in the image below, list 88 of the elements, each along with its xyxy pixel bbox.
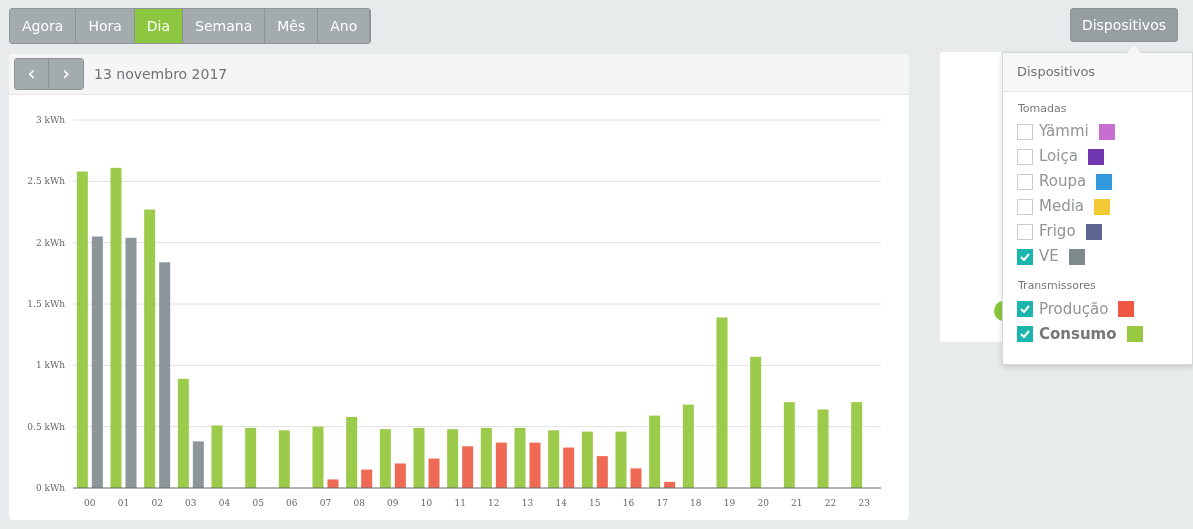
bar xyxy=(447,429,459,488)
axis-label: 08 xyxy=(353,498,365,508)
checkbox[interactable] xyxy=(1017,123,1033,140)
period-tab[interactable]: Agora xyxy=(10,9,77,43)
bar xyxy=(615,431,627,488)
bar xyxy=(563,447,575,488)
next-button[interactable]: › xyxy=(49,59,83,89)
axis-label: 17 xyxy=(656,498,668,508)
axis-label: 19 xyxy=(723,498,736,508)
period-tab[interactable]: Dia xyxy=(134,9,184,43)
checkbox[interactable] xyxy=(1017,148,1033,165)
period-tab[interactable]: Semana xyxy=(183,9,266,43)
bar xyxy=(379,429,391,488)
period-tab[interactable]: Ano xyxy=(318,9,371,43)
group-label: Tomadas xyxy=(1017,100,1068,117)
axis-label: 02 xyxy=(151,498,163,508)
check-icon xyxy=(1020,305,1030,313)
bar xyxy=(346,416,358,488)
device-label: Loiça xyxy=(1039,146,1078,168)
bar xyxy=(192,441,204,488)
checkbox[interactable] xyxy=(1017,198,1033,215)
device-label: Yämmi xyxy=(1039,121,1089,143)
bar xyxy=(529,442,541,488)
device-label: Frigo xyxy=(1039,221,1076,243)
axis-label: 18 xyxy=(690,498,702,508)
bar xyxy=(327,479,339,488)
device-label: Media xyxy=(1039,196,1085,218)
bar xyxy=(462,446,474,488)
axis-label: 3 kWh xyxy=(35,115,65,125)
checkbox[interactable] xyxy=(1017,223,1033,240)
axis-label: 09 xyxy=(387,498,399,508)
axis-label: 06 xyxy=(286,498,298,508)
axis-label: 16 xyxy=(622,498,635,508)
bar xyxy=(596,456,608,488)
previous-button[interactable]: ‹ xyxy=(15,59,49,89)
axis-label: 10 xyxy=(420,498,433,508)
bar xyxy=(664,481,676,488)
axis-label: 15 xyxy=(589,498,601,508)
axis-label: 01 xyxy=(117,498,130,508)
bar xyxy=(245,427,257,488)
axis-label: 04 xyxy=(218,498,231,508)
bar xyxy=(312,426,324,488)
bar xyxy=(495,442,507,488)
checkbox[interactable] xyxy=(1017,326,1033,342)
axis-label: 07 xyxy=(319,498,332,508)
axis-label: 00 xyxy=(84,498,96,508)
devices-button[interactable]: Dispositivos xyxy=(1069,8,1178,42)
bar xyxy=(630,468,642,488)
bar xyxy=(394,463,406,488)
axis-label: 03 xyxy=(185,498,197,508)
axis-label: 1.5 kWh xyxy=(27,299,65,309)
axis-label: 2 kWh xyxy=(35,237,65,248)
menu-title: Dispositivos xyxy=(1003,53,1192,92)
checkbox[interactable] xyxy=(1017,173,1033,190)
axis-label: 05 xyxy=(252,498,264,508)
axis-label: 14 xyxy=(555,498,567,508)
checkbox[interactable] xyxy=(1017,248,1033,265)
bar xyxy=(413,427,425,488)
bar xyxy=(361,469,373,488)
device-label: Produção xyxy=(1039,298,1109,320)
device-label: VE xyxy=(1039,246,1059,268)
axis-label: 2.5 kWh xyxy=(27,176,65,187)
bar xyxy=(428,458,440,488)
period-tab[interactable]: Mês xyxy=(265,9,319,43)
axis-label: 21 xyxy=(791,498,803,508)
group-label: Transmissores xyxy=(1017,278,1097,294)
axis-label: 23 xyxy=(858,498,870,508)
bar xyxy=(211,425,223,488)
date-label: 13 novembro 2017 xyxy=(94,64,228,84)
bar xyxy=(581,431,593,488)
check-icon xyxy=(1020,330,1030,338)
axis-label: 22 xyxy=(824,498,837,508)
device-label: Roupa xyxy=(1039,171,1087,193)
checkbox[interactable] xyxy=(1017,301,1033,317)
bar xyxy=(514,427,526,488)
device-label: Consumo xyxy=(1039,323,1117,345)
axis-label: 0.5 kWh xyxy=(27,421,65,432)
axis-label: 1 kWh xyxy=(35,360,65,371)
axis-label: 13 xyxy=(521,498,534,508)
axis-label: 0 kWh xyxy=(35,483,65,493)
bar xyxy=(278,430,290,488)
bar xyxy=(548,430,560,488)
period-tab[interactable]: Hora xyxy=(76,9,135,43)
axis-label: 12 xyxy=(488,498,500,508)
check-icon xyxy=(1020,252,1030,261)
axis-label: 11 xyxy=(454,498,466,508)
bar xyxy=(480,427,492,488)
axis-label: 20 xyxy=(757,498,769,508)
